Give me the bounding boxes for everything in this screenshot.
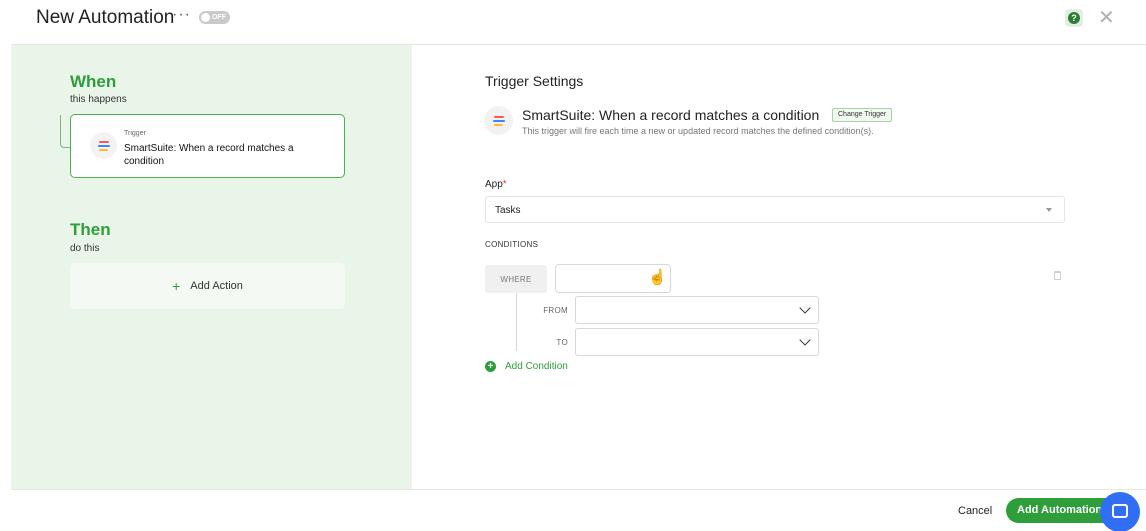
- app-select-value: Tasks: [495, 205, 521, 216]
- flow-panel: When this happens Trigger SmartSuite: Wh…: [11, 45, 412, 489]
- trigger-description: This trigger will fire each time a new o…: [522, 126, 874, 136]
- chat-icon: [1112, 504, 1128, 518]
- question-circle-icon[interactable]: ?: [1065, 9, 1083, 27]
- smartsuite-logo-icon: [90, 132, 117, 159]
- trigger-small-label: Trigger: [124, 130, 146, 137]
- add-condition-button[interactable]: + Add Condition: [485, 361, 568, 372]
- add-action-button[interactable]: + Add Action: [70, 263, 345, 309]
- toggle-label: OFF: [212, 14, 226, 21]
- smartsuite-logo-icon: [484, 106, 513, 135]
- to-select[interactable]: [575, 328, 819, 356]
- from-select[interactable]: [575, 296, 819, 324]
- when-subtitle: this happens: [70, 94, 127, 105]
- app-select[interactable]: Tasks: [485, 196, 1065, 223]
- cancel-button[interactable]: Cancel: [958, 505, 992, 517]
- when-heading: When: [70, 72, 117, 91]
- then-heading: Then: [70, 220, 111, 239]
- divider: [11, 489, 1146, 490]
- required-marker: *: [502, 179, 507, 190]
- trigger-card-name: SmartSuite: When a record matches a cond…: [124, 143, 294, 167]
- close-icon[interactable]: ✕: [1098, 5, 1115, 30]
- trigger-card[interactable]: Trigger SmartSuite: When a record matche…: [70, 114, 345, 178]
- page-title: New Automation: [36, 7, 175, 28]
- trash-icon[interactable]: [1054, 271, 1061, 280]
- change-trigger-button[interactable]: Change Trigger: [832, 108, 893, 122]
- app-label: App*: [485, 179, 507, 190]
- hand-cursor-icon: ☝: [648, 269, 667, 286]
- chat-widget-button[interactable]: [1100, 492, 1140, 531]
- header: New Automation ··· OFF ? ✕: [0, 0, 1146, 44]
- automation-toggle[interactable]: OFF: [199, 11, 230, 24]
- settings-title: Trigger Settings: [485, 73, 584, 89]
- from-label: FROM: [543, 306, 568, 315]
- caret-down-icon: [1046, 208, 1052, 212]
- condition-tree-line: [516, 293, 524, 351]
- more-options-icon[interactable]: ···: [172, 6, 191, 24]
- plus-circle-icon: +: [485, 361, 496, 372]
- add-action-label: Add Action: [190, 280, 243, 292]
- trigger-name: SmartSuite: When a record matches a cond…: [522, 107, 820, 123]
- add-condition-label: Add Condition: [505, 361, 568, 372]
- chevron-down-icon: [799, 334, 811, 346]
- connector-line: [60, 115, 70, 148]
- conditions-label: CONDITIONS: [485, 240, 539, 249]
- toggle-knob: [201, 13, 210, 22]
- to-label: TO: [556, 338, 568, 347]
- then-subtitle: do this: [70, 243, 100, 254]
- chevron-down-icon: [799, 302, 811, 314]
- where-label: WHERE: [485, 265, 547, 293]
- plus-icon: +: [172, 278, 181, 294]
